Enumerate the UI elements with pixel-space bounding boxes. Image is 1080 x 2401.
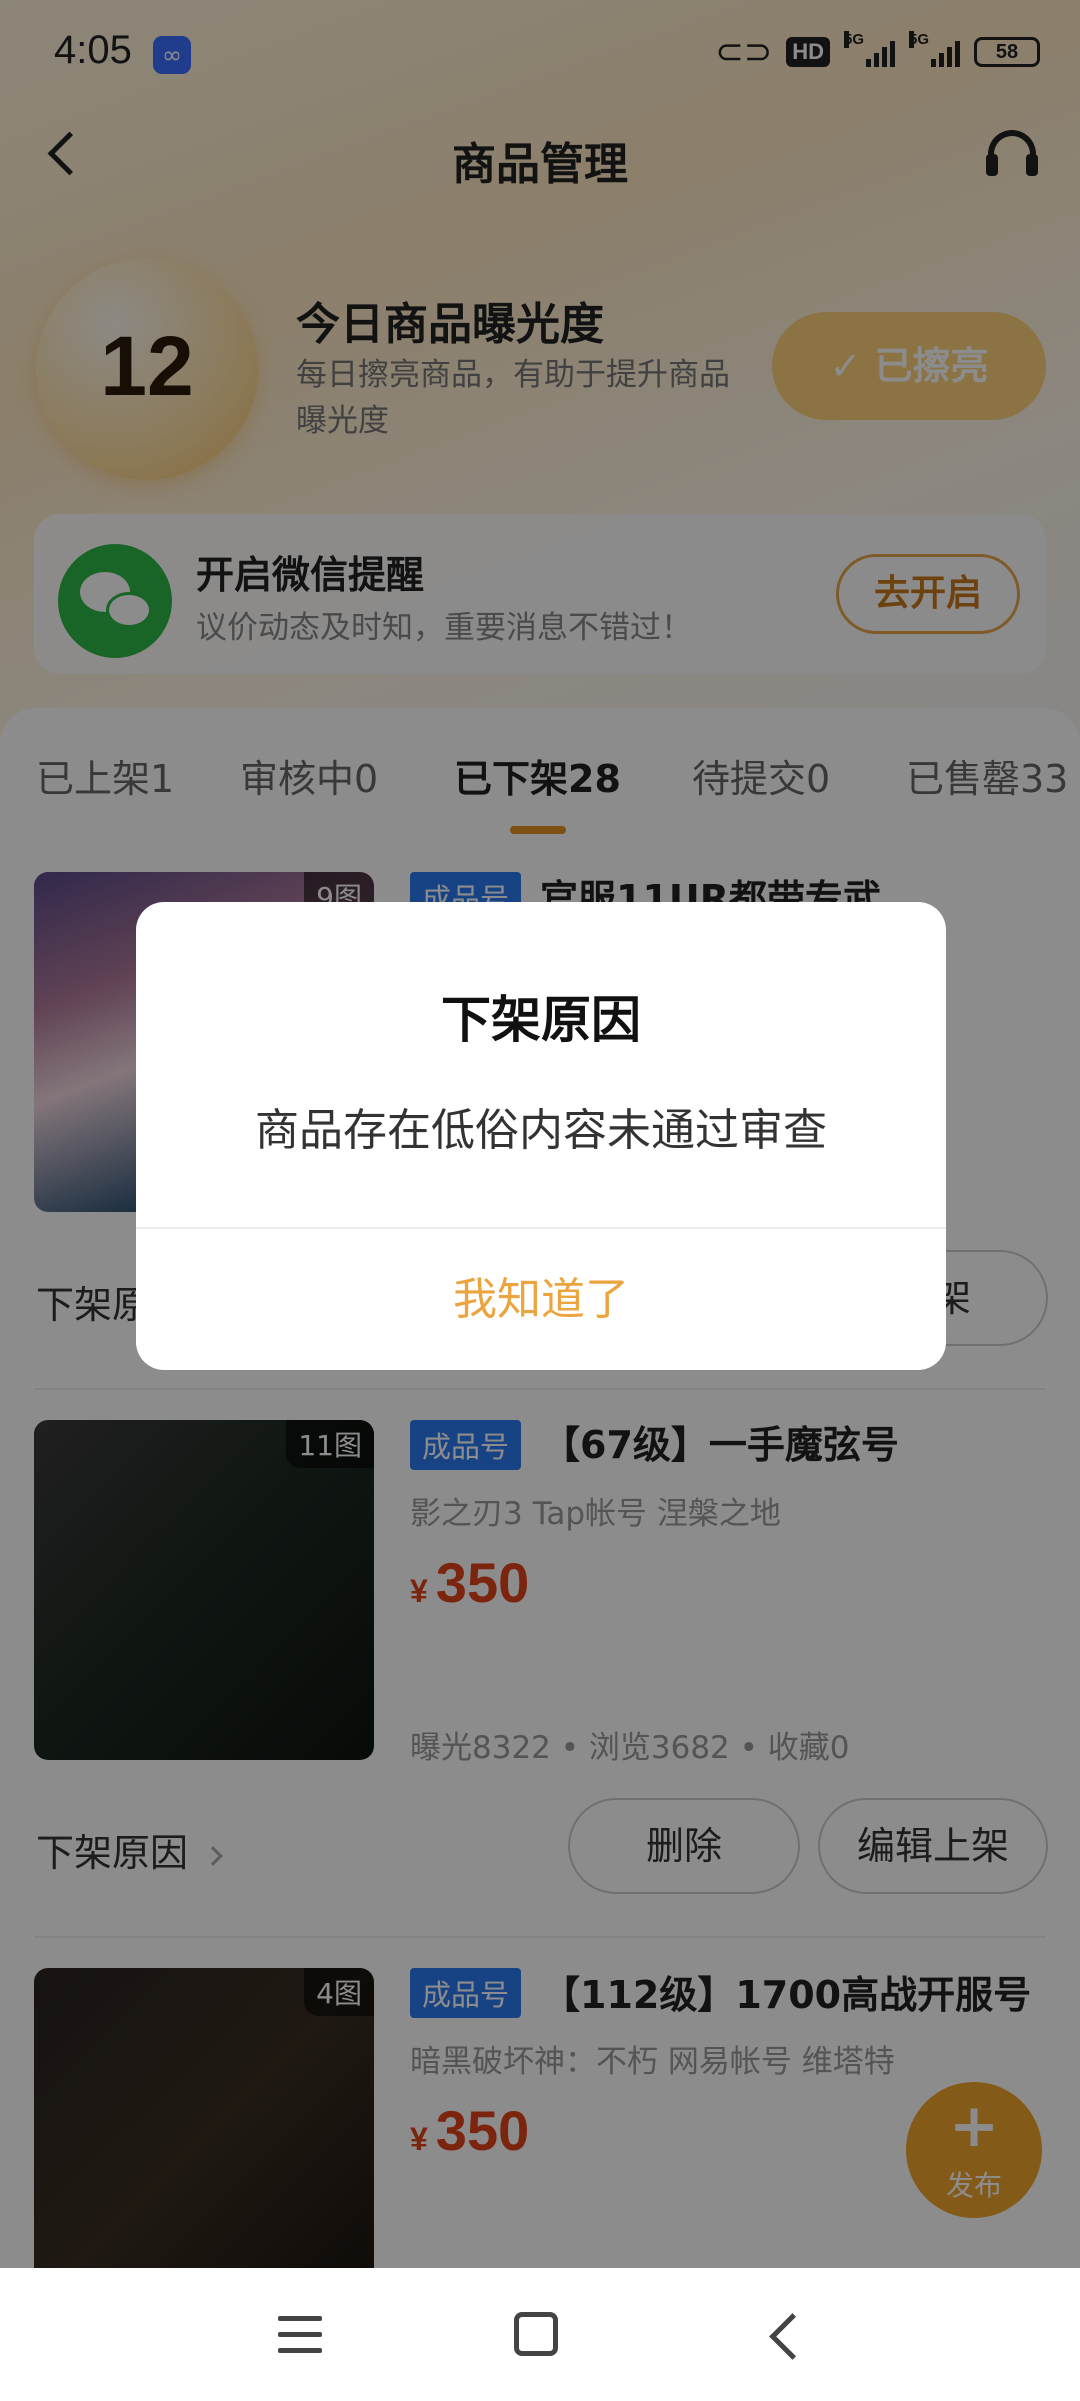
acknowledge-button[interactable]: 我知道了	[136, 1229, 946, 1370]
delist-reason-dialog: 下架原因 商品存在低俗内容未通过审查 我知道了	[136, 902, 946, 1370]
recent-apps-icon[interactable]	[278, 2316, 322, 2354]
home-icon[interactable]	[514, 2312, 558, 2356]
dialog-message: 商品存在低俗内容未通过审查	[255, 1105, 827, 1156]
dialog-title: 下架原因	[441, 991, 641, 1049]
system-back-icon[interactable]	[758, 2310, 808, 2360]
system-nav-bar	[0, 2268, 1080, 2401]
